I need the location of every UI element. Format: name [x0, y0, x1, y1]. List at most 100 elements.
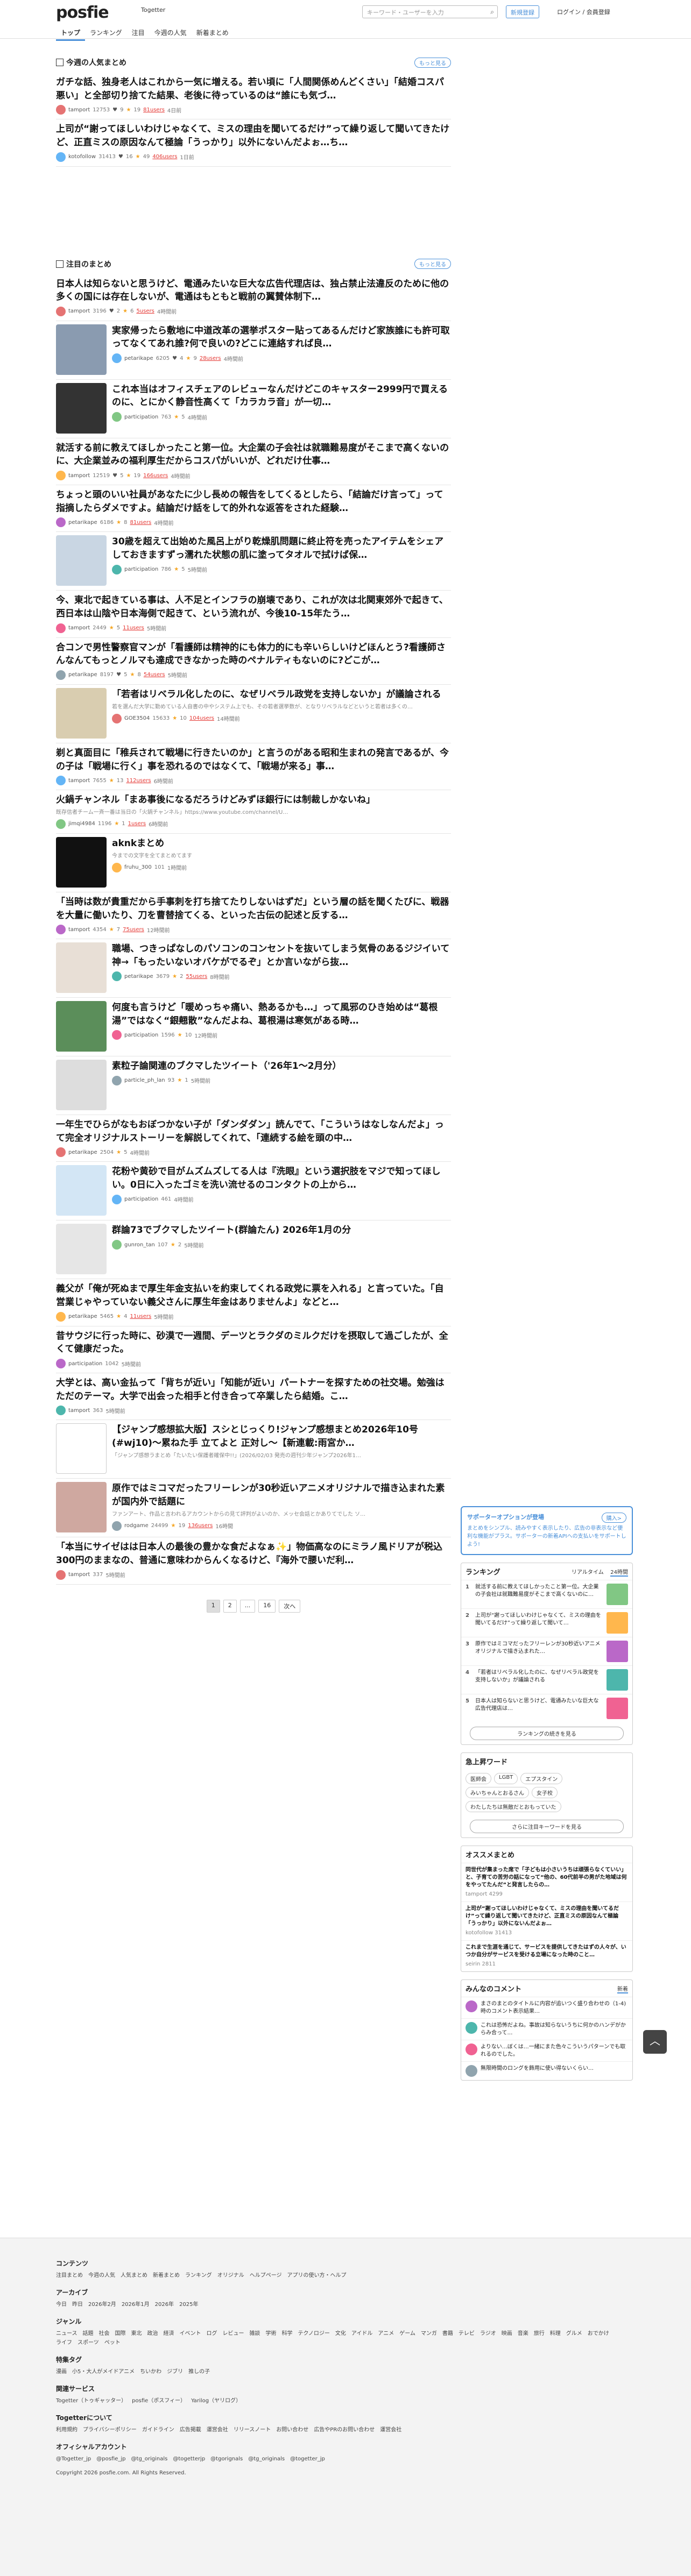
footer-link[interactable]: ランキング	[185, 2271, 212, 2280]
thumbnail-image[interactable]	[56, 1224, 107, 1275]
list-item[interactable]: 職場、つきっぱなしのパソコンのコンセントを抜いてしまう気骨のあるジジイいて神→「…	[56, 939, 451, 998]
trend-tag[interactable]: 医師会	[466, 1773, 491, 1784]
footer-link[interactable]: posfie（ポスフィー）	[132, 2396, 186, 2405]
footer-link[interactable]: 料理	[550, 2329, 561, 2338]
item-title[interactable]: aknkまとめ	[112, 837, 451, 850]
list-item[interactable]: 実家帰ったら敷地に中道改革の選挙ポスター貼ってあるんだけど家族誰にも許可取ってな…	[56, 321, 451, 380]
footer-link[interactable]: 今日	[56, 2300, 67, 2309]
footer-link[interactable]: 学術	[266, 2329, 277, 2338]
list-item[interactable]: aknkまとめ 今までの文字を全てまとめてます fruhu_300 101 1時間前	[56, 834, 451, 892]
comment-item[interactable]: よりない…ぼくは…一緒にまた色々こういうパターンでも取れるのでした。	[461, 2040, 632, 2061]
list-item[interactable]: 昔サウジに行った時に、砂漠で一週間、デーツとラクダのミルクだけを摂取して過ごした…	[56, 1326, 451, 1374]
bookmark-count[interactable]: 81users	[130, 520, 151, 526]
avatar[interactable]	[56, 1406, 66, 1416]
footer-link[interactable]: 2026年	[155, 2300, 174, 2309]
bookmark-count[interactable]: 136users	[188, 1523, 213, 1529]
footer-link[interactable]: @tg_originals	[131, 2454, 168, 2464]
footer-link[interactable]: アプリの使い方・ヘルプ	[287, 2271, 347, 2280]
ranking-title[interactable]: 原作ではミコマだったフリーレンが30秒近いアニメオリジナルで描き込まれた…	[475, 1641, 603, 1662]
item-title[interactable]: 素粒子論関連のブクマしたツイート（'26年1〜2月分）	[112, 1060, 451, 1073]
item-title[interactable]: 今、東北で起きている事は、人不足とインフラの崩壊であり、これが次は北関東郊外で起…	[56, 594, 451, 620]
author-name[interactable]: petarikape	[124, 356, 153, 361]
footer-link[interactable]: テクノロジー	[298, 2329, 330, 2338]
thumbnail-image[interactable]	[56, 687, 107, 739]
footer-link[interactable]: 広告掲載	[180, 2425, 201, 2435]
togetter-link[interactable]: Togetter	[141, 6, 165, 13]
avatar[interactable]	[56, 623, 66, 633]
author-name[interactable]: petarikape	[68, 672, 97, 678]
register-button[interactable]: 新規登録	[506, 5, 539, 18]
thumbnail-image[interactable]	[56, 836, 107, 888]
footer-link[interactable]: 2026年1月	[122, 2300, 150, 2309]
footer-link[interactable]: アイドル	[351, 2329, 373, 2338]
footer-link[interactable]: イベント	[180, 2329, 201, 2338]
list-item[interactable]: 「本当にサイゼはは日本人の最後の豊かな食だよなぁ✨」物価高なのにミラノ風ドリアが…	[56, 1537, 451, 1585]
thumbnail-image[interactable]	[56, 535, 107, 586]
footer-link[interactable]: お問い合わせ	[276, 2425, 308, 2435]
page-link[interactable]: 1	[206, 1599, 220, 1613]
list-item[interactable]: 「若者はリベラル化したのに、なぜリベラル政党を支持しないか」が議論される 若を選ん…	[56, 685, 451, 743]
footer-link[interactable]: スポーツ	[77, 2338, 99, 2347]
recommend-title[interactable]: これまで生涯を通じて、サービスを提供してきたはずの人々が、いつか自分がサービスを…	[466, 1944, 628, 1959]
author-name[interactable]: tamport	[68, 473, 90, 479]
login-button[interactable]: ログイン / 会員登録	[553, 5, 615, 18]
list-item[interactable]: 大学とは、高い金払って「背ちが近い」「知能が近い」パートナーを探すための社交場。…	[56, 1373, 451, 1421]
footer-link[interactable]: 映画	[502, 2329, 512, 2338]
nav-top[interactable]: トップ	[56, 26, 86, 41]
item-title[interactable]: 【ジャンプ感想拡大版】スシとじっくり!ジャンプ感想まとめ2026年10号(#wj…	[112, 1423, 451, 1450]
footer-link[interactable]: 漫画	[56, 2367, 67, 2376]
footer-link[interactable]: プライバシーポリシー	[83, 2425, 137, 2435]
footer-link[interactable]: 昨日	[72, 2300, 83, 2309]
bookmark-count[interactable]: 104users	[189, 715, 214, 721]
list-item[interactable]: 今、東北で起きている事は、人不足とインフラの崩壊であり、これが次は北関東郊外で起…	[56, 591, 451, 638]
more-button[interactable]: もっと見る	[414, 57, 451, 68]
author-name[interactable]: participation	[68, 1361, 102, 1367]
item-title[interactable]: 日本人は知らないと思うけど、電通みたいな巨大な広告代理店は、独占禁止法違反のため…	[56, 278, 451, 304]
footer-link[interactable]: @togetterjp	[173, 2454, 205, 2464]
list-item[interactable]: 「当時は数が貴重だから手事刺を打ち捨てたりしないはずだ」という層の話を聞くたびに…	[56, 892, 451, 940]
thumbnail-image[interactable]	[56, 1423, 107, 1474]
list-item[interactable]: 花粉や黄砂で目がムズムズしてる人は『洗眼』という選択肢をマジで知ってほしい。0日…	[56, 1162, 451, 1221]
avatar[interactable]	[56, 152, 66, 162]
avatar[interactable]	[56, 306, 66, 316]
ranking-item[interactable]: 3 原作ではミコマだったフリーレンが30秒近いアニメオリジナルで描き込まれた…	[461, 1637, 632, 1665]
trend-tag[interactable]: みいちゃんとおるさん	[466, 1787, 529, 1798]
bookmark-count[interactable]: 75users	[123, 927, 144, 933]
item-title[interactable]: 義父が「俺が死ぬまで厚生年金支払いを約束してくれる政党に票を入れる」と言っていた…	[56, 1282, 451, 1309]
bookmark-count[interactable]: 28users	[200, 356, 221, 361]
avatar[interactable]	[56, 925, 66, 935]
avatar[interactable]	[112, 1030, 122, 1040]
bookmark-count[interactable]: 1users	[128, 821, 146, 827]
list-item[interactable]: 素粒子論関連のブクマしたツイート（'26年1〜2月分） particle_ph_l…	[56, 1056, 451, 1116]
footer-link[interactable]: Togetter（トゥギャッター）	[56, 2396, 126, 2405]
author-name[interactable]: tamport	[68, 927, 90, 933]
author-name[interactable]: rodgame	[124, 1523, 149, 1529]
ranking-item[interactable]: 2 上司が“謝ってほしいわけじゃなくて、ミスの理由を聞いてるだけ”って繰り返して聞…	[461, 1608, 632, 1637]
footer-link[interactable]: 話題	[83, 2329, 94, 2338]
author-name[interactable]: tamport	[68, 308, 90, 314]
nav-weekly[interactable]: 今週の人気	[150, 26, 192, 41]
footer-link[interactable]: 科学	[282, 2329, 293, 2338]
footer-link[interactable]: アニメ	[378, 2329, 394, 2338]
comment-text[interactable]: よりない…ぼくは…一緒にまた色々こういうパターンでも取れるのでした。	[481, 2043, 628, 2058]
avatar[interactable]	[112, 412, 122, 422]
ranking-thumbnail[interactable]	[607, 1698, 628, 1719]
list-item[interactable]: 原作ではミコマだったフリーレンが30秒近いアニメオリジナルで描き込まれた素が国内…	[56, 1479, 451, 1538]
footer-link[interactable]: Yarilog（ヤリログ）	[191, 2396, 241, 2405]
footer-link[interactable]: ニュース	[56, 2329, 77, 2338]
footer-link[interactable]: 運営会社	[207, 2425, 228, 2435]
footer-link[interactable]: @Togetter_jp	[56, 2454, 91, 2464]
ranking-tab-24h[interactable]: 24時間	[610, 1569, 628, 1577]
list-item[interactable]: 【ジャンプ感想拡大版】スシとじっくり!ジャンプ感想まとめ2026年10号(#wj…	[56, 1420, 451, 1479]
avatar[interactable]	[56, 517, 66, 528]
bookmark-count[interactable]: 5users	[136, 308, 154, 314]
avatar[interactable]	[56, 1311, 66, 1322]
ranking-item[interactable]: 5 日本人は知らないと思うけど、電通みたいな巨大な広告代理店は…	[461, 1694, 632, 1722]
supporter-banner[interactable]: 購入> サポーターオプションが登場 まとめをシンプル、読みやすく表示したり、広告…	[461, 1506, 633, 1555]
footer-link[interactable]: マンガ	[421, 2329, 437, 2338]
avatar[interactable]	[56, 819, 66, 829]
footer-link[interactable]: ペット	[104, 2338, 121, 2347]
search-icon[interactable]: ⌕	[490, 8, 494, 16]
footer-link[interactable]: 広告やPRのお問い合わせ	[314, 2425, 375, 2435]
author-name[interactable]: gunron_tan	[124, 1242, 155, 1248]
